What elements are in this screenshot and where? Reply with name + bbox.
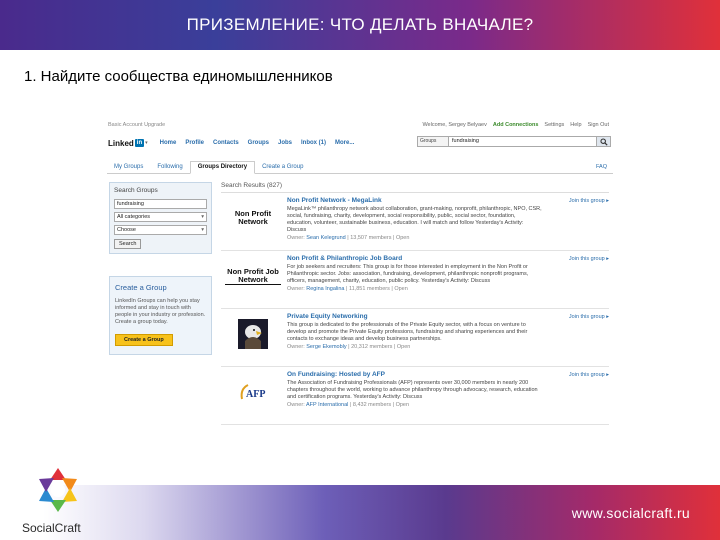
search-button[interactable]: [597, 136, 611, 147]
result-title[interactable]: On Fundraising: Hosted by AFP: [287, 371, 542, 378]
search-groups-title: Search Groups: [114, 187, 158, 194]
settings-link[interactable]: Settings: [544, 122, 564, 128]
create-group-panel: Create a Group LinkedIn Groups can help …: [109, 276, 212, 355]
linkedin-logo[interactable]: Linked in ▾: [108, 139, 148, 148]
create-group-button[interactable]: Create a Group: [115, 334, 173, 346]
result-owner: Owner: Serge Ekemobly | 20,312 members |…: [287, 344, 411, 350]
join-group-link[interactable]: Join this group: [569, 314, 609, 320]
nav-profile[interactable]: Profile: [185, 140, 204, 146]
global-search: Groups fundraising: [417, 136, 611, 147]
owner-link[interactable]: Regina Ingalina: [306, 286, 344, 292]
result-title[interactable]: Non Profit & Philanthropic Job Board: [287, 255, 542, 262]
group-logo-afp-icon[interactable]: AFP: [225, 373, 281, 411]
result-description: MegaLink™ philanthropy network about col…: [287, 206, 542, 233]
search-groups-button[interactable]: Search: [114, 239, 142, 249]
nav-contacts[interactable]: Contacts: [213, 140, 239, 146]
brand-name: SocialCraft: [22, 521, 81, 535]
utility-nav: Welcome, Sergey Belyaev Add Connections …: [422, 122, 609, 128]
faq-link[interactable]: FAQ: [596, 164, 607, 170]
account-type: Basic Account Upgrade: [108, 122, 166, 128]
result-item: Non Profit Job Network Non Profit & Phil…: [221, 251, 609, 309]
help-link[interactable]: Help: [570, 122, 581, 128]
search-scope-select[interactable]: Groups: [417, 136, 449, 147]
join-group-link[interactable]: Join this group: [569, 372, 609, 378]
sign-out-link[interactable]: Sign Out: [588, 122, 609, 128]
result-item: Private Equity Networking This group is …: [221, 309, 609, 367]
tab-groups-directory[interactable]: Groups Directory: [189, 161, 256, 174]
welcome-user-link[interactable]: Welcome, Sergey Belyaev: [422, 122, 486, 128]
group-logo-eagle-icon[interactable]: [225, 315, 281, 353]
tab-my-groups[interactable]: My Groups: [107, 162, 150, 173]
nav-groups[interactable]: Groups: [248, 140, 269, 146]
slide-header: ПРИЗЕМЛЕНИЕ: ЧТО ДЕЛАТЬ ВНАЧАЛЕ?: [0, 0, 720, 50]
top-navigation: Linked in ▾ Home Profile Contacts Groups…: [107, 134, 613, 152]
result-owner: Owner: Sean Kelegrund | 13,507 members |…: [287, 235, 410, 241]
footer-url[interactable]: www.socialcraft.ru: [572, 505, 690, 521]
tab-create-group[interactable]: Create a Group: [255, 162, 310, 173]
result-description: For job seekers and recruiters: This gro…: [287, 264, 529, 284]
slide-title: ПРИЗЕМЛЕНИЕ: ЧТО ДЕЛАТЬ ВНАЧАЛЕ?: [186, 15, 534, 34]
main-nav: Home Profile Contacts Groups Jobs Inbox …: [160, 140, 355, 146]
svg-text:AFP: AFP: [246, 389, 265, 400]
nav-jobs[interactable]: Jobs: [278, 140, 292, 146]
owner-link[interactable]: AFP International: [306, 402, 348, 408]
result-item: Non Profit Network Non Profit Network - …: [221, 193, 609, 251]
search-icon: [599, 137, 608, 146]
category-select[interactable]: All categories: [114, 212, 207, 222]
result-title[interactable]: Non Profit Network - MegaLink: [287, 197, 542, 204]
tab-following[interactable]: Following: [150, 162, 189, 173]
nav-more[interactable]: More...: [335, 140, 354, 146]
group-logo-nonprofit-network[interactable]: Non Profit Network: [225, 199, 281, 237]
owner-link[interactable]: Sean Kelegrund: [306, 235, 345, 241]
chevron-down-icon: ▾: [145, 140, 148, 146]
result-owner: Owner: Regina Ingalina | 11,851 members …: [287, 286, 408, 292]
result-description: This group is dedicated to the professio…: [287, 322, 528, 342]
nav-inbox[interactable]: Inbox (1): [301, 140, 326, 146]
create-group-title: Create a Group: [115, 283, 167, 292]
result-description: The Association of Fundraising Professio…: [287, 380, 538, 400]
groups-tabs: My Groups Following Groups Directory Cre…: [107, 160, 613, 174]
result-item: AFP On Fundraising: Hosted by AFP The As…: [221, 367, 609, 425]
join-group-link[interactable]: Join this group: [569, 256, 609, 262]
left-sidebar: Search Groups fundraising All categories…: [109, 182, 212, 355]
nav-home[interactable]: Home: [160, 140, 177, 146]
linkedin-screenshot: Basic Account Upgrade Welcome, Sergey Be…: [107, 118, 613, 430]
result-title[interactable]: Private Equity Networking: [287, 313, 542, 320]
linkedin-in-icon: in: [134, 139, 145, 147]
slide-subtitle: 1. Найдите сообщества единомышленников: [24, 68, 333, 85]
results-count: Search Results (827): [221, 182, 609, 193]
result-owner: Owner: AFP International | 8,432 members…: [287, 402, 410, 408]
afp-logo-icon: AFP: [240, 384, 265, 400]
keyword-input[interactable]: fundraising: [114, 199, 207, 209]
add-connections-link[interactable]: Add Connections: [493, 122, 539, 128]
search-results: Search Results (827) Non Profit Network …: [221, 182, 609, 425]
eagle-icon: [238, 319, 268, 349]
group-logo-job-network[interactable]: Non Profit Job Network: [225, 257, 281, 295]
create-group-description: LinkedIn Groups can help you stay inform…: [115, 298, 206, 325]
owner-link[interactable]: Serge Ekemobly: [306, 344, 346, 350]
language-select[interactable]: Choose: [114, 225, 207, 235]
search-groups-panel: Search Groups fundraising All categories…: [109, 182, 212, 254]
join-group-link[interactable]: Join this group: [569, 198, 609, 204]
search-input[interactable]: fundraising: [449, 136, 597, 147]
